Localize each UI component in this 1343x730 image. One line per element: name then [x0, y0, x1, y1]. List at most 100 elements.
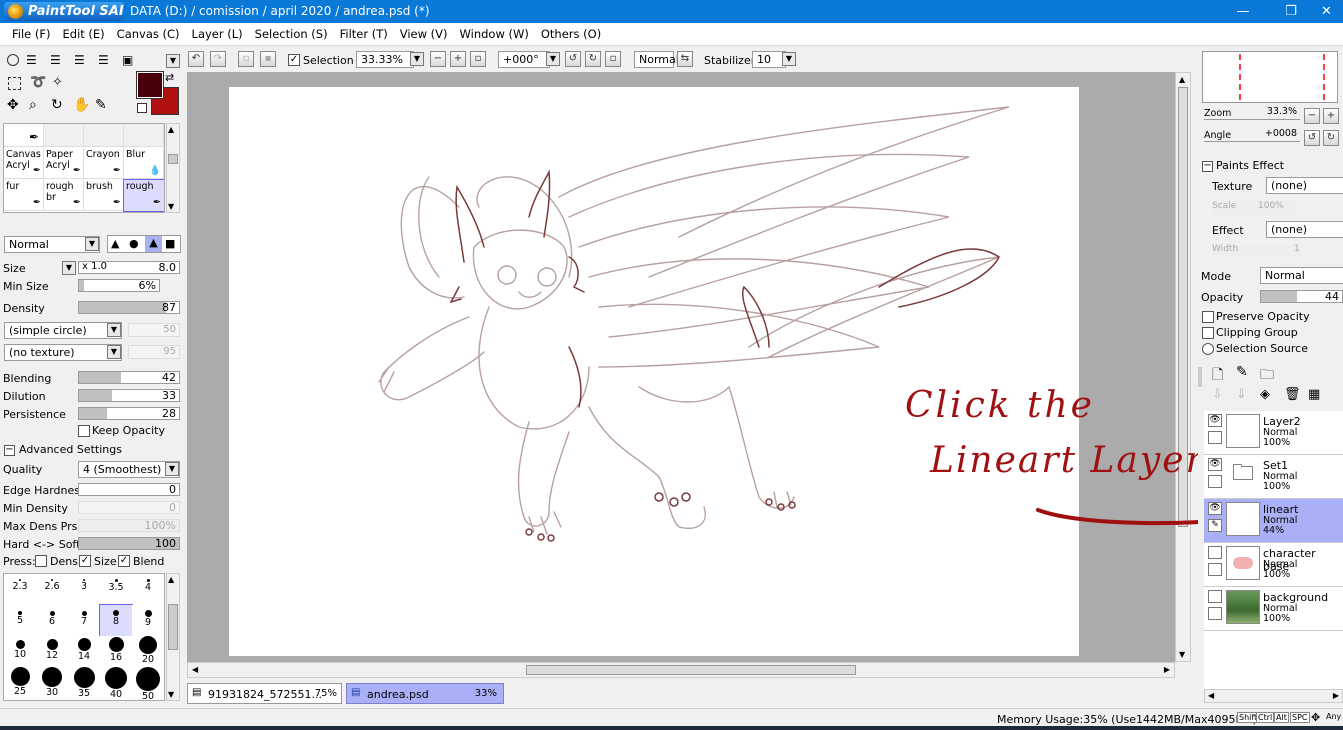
brush-brush[interactable]: brush ✒	[84, 180, 124, 211]
invert-selection-icon[interactable]: ▪	[260, 51, 276, 67]
shape-hard-icon[interactable]: ▲	[111, 237, 119, 250]
brush-rough[interactable]: rough ✒	[123, 179, 164, 212]
transparent-color-icon[interactable]	[137, 103, 147, 113]
eye-icon[interactable]: 👁	[1208, 414, 1222, 427]
merge-down-icon[interactable]: ⇓	[1236, 387, 1247, 402]
navigator-preview[interactable]	[1202, 51, 1338, 103]
size-cell-30[interactable]: 30	[36, 667, 68, 698]
layer-panel-scroll-handle[interactable]	[1198, 367, 1202, 387]
scroll-down-icon[interactable]: ▼	[168, 690, 174, 699]
zoom-field[interactable]: 33.33%	[356, 51, 414, 68]
rotation-field[interactable]: +000°	[498, 51, 550, 68]
size-cell-3[interactable]: 3	[68, 574, 100, 605]
scroll-down-icon[interactable]: ▼	[1179, 650, 1185, 659]
menu-file[interactable]: File (F)	[6, 23, 57, 46]
size-cell-12[interactable]: 12	[36, 636, 68, 667]
delete-layer-icon[interactable]: 🗑	[1284, 387, 1301, 402]
primary-color-swatch[interactable]	[136, 71, 164, 99]
size-grid-scrollbar[interactable]: ▲ ▼	[166, 573, 180, 701]
brush-size-xlarge-icon[interactable]: ☰	[98, 53, 109, 67]
size-cell-2-6[interactable]: 2.6	[36, 574, 68, 605]
tab-reference-image[interactable]: ▤ 91931824_572551... 75%	[187, 683, 342, 704]
keep-opacity-checkbox[interactable]	[78, 425, 90, 437]
lasso-tool-icon[interactable]: ➰	[30, 75, 46, 90]
lock-toggle[interactable]	[1208, 475, 1222, 488]
menu-layer[interactable]: Layer (L)	[186, 23, 249, 46]
brush-size-small-icon[interactable]: ☰	[26, 53, 37, 67]
collapse-icon[interactable]: −	[1202, 161, 1213, 172]
size-cell-8-selected[interactable]: 8	[99, 604, 133, 637]
size-cell-5[interactable]: 5	[4, 605, 36, 636]
scroll-up-icon[interactable]: ▲	[168, 575, 174, 584]
max-dens-slider[interactable]: 100%	[78, 519, 180, 532]
zoom-tool-icon[interactable]: ⌕	[29, 97, 37, 113]
size-cell-7[interactable]: 7	[68, 605, 100, 636]
blend-mode-field[interactable]: Normal	[634, 51, 679, 68]
visibility-toggle[interactable]	[1208, 546, 1222, 559]
scroll-left-icon[interactable]: ◀	[1208, 691, 1214, 700]
zoom-dropdown-icon[interactable]: ▼	[410, 52, 424, 66]
clipping-group-checkbox[interactable]	[1202, 327, 1214, 339]
menu-filter[interactable]: Filter (T)	[334, 23, 394, 46]
new-folder-icon[interactable]: 🗀	[1260, 364, 1274, 388]
magic-wand-tool-icon[interactable]: ✧	[52, 75, 63, 90]
edge-hardness-slider[interactable]: 0	[78, 483, 180, 496]
persistence-slider[interactable]: 28	[78, 407, 180, 420]
size-cell-35[interactable]: 35	[68, 667, 100, 699]
brush-rough-br[interactable]: rough br ✒	[44, 180, 84, 211]
size-cell-9[interactable]: 9	[132, 605, 164, 636]
size-cell-6[interactable]: 6	[36, 605, 68, 636]
lock-toggle[interactable]	[1208, 607, 1222, 620]
menu-selection[interactable]: Selection (S)	[249, 23, 334, 46]
redo-icon[interactable]: ↷	[210, 51, 226, 67]
menu-canvas[interactable]: Canvas (C)	[111, 23, 186, 46]
new-layer-icon[interactable]: 🗋	[1212, 364, 1223, 388]
hand-tool-icon[interactable]: ✋	[73, 97, 90, 113]
scrollbar-thumb[interactable]	[526, 665, 856, 675]
stabilizer-dropdown-icon[interactable]: ▼	[782, 52, 796, 66]
scrollbar-thumb[interactable]	[168, 604, 178, 650]
eye-icon[interactable]: 👁	[1208, 458, 1222, 471]
min-size-slider[interactable]: 6%	[78, 279, 160, 292]
rotate-tool-icon[interactable]: ↻	[51, 97, 63, 113]
scroll-right-icon[interactable]: ▶	[1333, 691, 1339, 700]
paints-effect-label[interactable]: Paints Effect	[1216, 159, 1284, 172]
scroll-right-icon[interactable]: ▶	[1164, 665, 1170, 674]
brush-paper-acryl[interactable]: Paper Acryl ✒	[44, 148, 84, 179]
zoom-nav-slider[interactable]: 33.3%	[1204, 106, 1300, 120]
canvas-horizontal-scrollbar[interactable]: ◀ ▶	[187, 662, 1175, 678]
density-slider[interactable]: 87	[78, 301, 180, 314]
press-size-checkbox[interactable]: ✓	[79, 555, 91, 567]
layer-row-layer2[interactable]: 👁 Layer2 Normal 100%	[1204, 411, 1343, 455]
transfer-down-icon[interactable]: ⇩	[1212, 387, 1223, 402]
layer-list-scrollbar[interactable]: ◀ ▶	[1204, 689, 1343, 703]
brush-size-medium-icon[interactable]: ☰	[50, 53, 61, 67]
nav-zoom-out-icon[interactable]: −	[1304, 108, 1320, 124]
brush-grid-scrollbar[interactable]: ▲ ▼	[166, 123, 180, 213]
brush-fur[interactable]: fur ✒	[4, 180, 44, 211]
scrollbar-thumb[interactable]	[168, 154, 178, 164]
size-slider[interactable]: x 1.0 8.0	[78, 261, 180, 274]
size-cell-10[interactable]: 10	[4, 636, 36, 667]
dilution-slider[interactable]: 33	[78, 389, 180, 402]
collapse-icon[interactable]: −	[4, 445, 15, 456]
stabilizer-field[interactable]: 10	[752, 51, 786, 68]
move-tool-icon[interactable]: ✥	[7, 97, 19, 113]
size-cell-14[interactable]: 14	[68, 636, 100, 667]
scroll-up-icon[interactable]: ▲	[1179, 75, 1185, 84]
rotate-right-icon[interactable]: ↻	[585, 51, 601, 67]
lock-toggle[interactable]	[1208, 431, 1222, 444]
zoom-out-icon[interactable]: −	[430, 51, 446, 67]
texture-dropdown-icon[interactable]: ▼	[107, 345, 121, 359]
brush-texture-field[interactable]: (no texture)	[4, 344, 122, 361]
brush-size-large-icon[interactable]: ☰	[74, 53, 85, 67]
scroll-up-icon[interactable]: ▲	[168, 125, 174, 134]
brush-shape-field[interactable]: (simple circle)	[4, 322, 122, 339]
brush-cell-top[interactable]: ✒	[4, 124, 44, 147]
shape-square-icon[interactable]: ■	[165, 237, 175, 250]
menu-others[interactable]: Others (O)	[535, 23, 607, 46]
size-cell-40[interactable]: 40	[100, 667, 132, 700]
press-blend-checkbox[interactable]: ✓	[118, 555, 130, 567]
lock-toggle[interactable]	[1208, 563, 1222, 576]
shape-dropdown-icon[interactable]: ▼	[107, 323, 121, 337]
